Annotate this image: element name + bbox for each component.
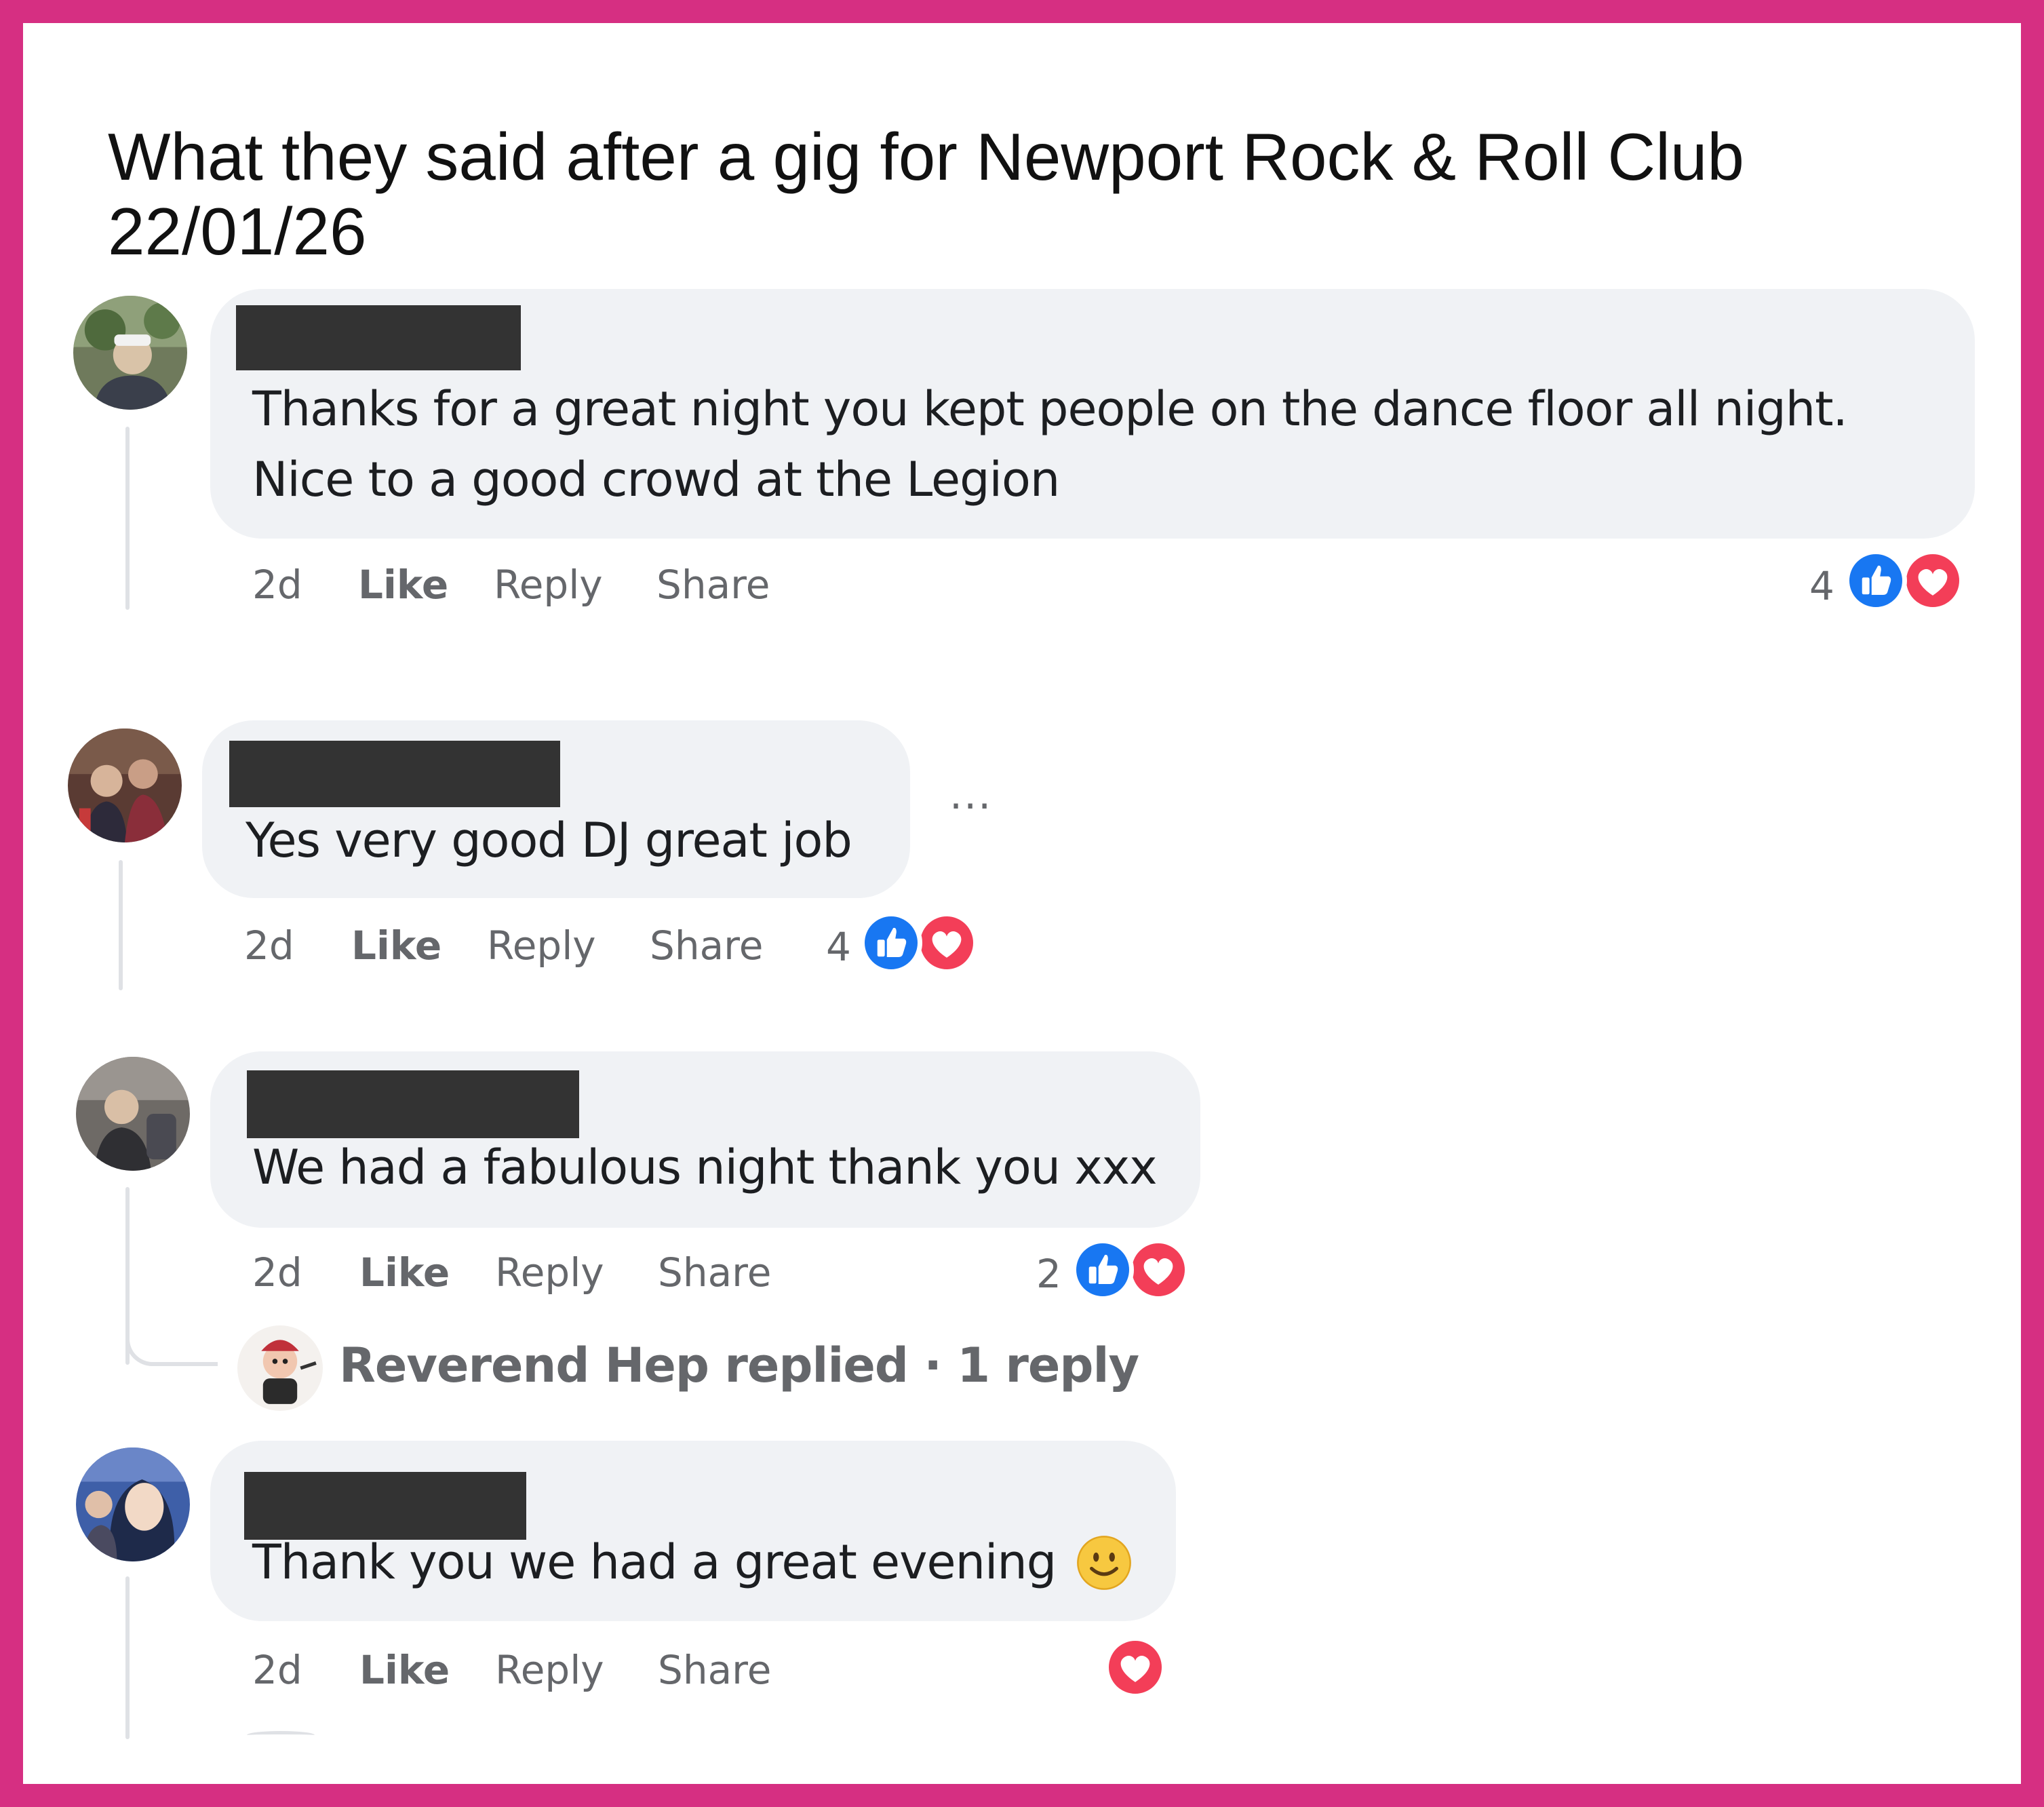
avatar[interactable] xyxy=(68,728,182,842)
next-reply-avatar-cutoff xyxy=(247,1731,315,1739)
like-button[interactable]: Like xyxy=(359,1647,450,1693)
comment-text: We had a fabulous night thank you xxx xyxy=(252,1140,1158,1195)
thread-line xyxy=(125,1576,130,1739)
thread-line xyxy=(125,427,130,610)
page-title: What they said after a gig for Newport R… xyxy=(108,119,1939,269)
heart-icon[interactable] xyxy=(1104,1636,1166,1698)
ellipsis-icon[interactable]: ··· xyxy=(949,783,992,830)
like-button[interactable]: Like xyxy=(359,1249,450,1296)
heart-icon[interactable] xyxy=(1902,549,1964,612)
comment-text-line-2: Nice to a good crowd at the Legion xyxy=(252,452,1060,507)
avatar-photo-icon xyxy=(73,296,187,410)
comment-text-line-1: Thanks for a great night you kept people… xyxy=(252,381,1848,437)
page-title-line-1: What they said after a gig for Newport R… xyxy=(108,119,1744,194)
share-button[interactable]: Share xyxy=(650,922,763,969)
redacted-author-name xyxy=(236,305,521,370)
redacted-author-name xyxy=(229,741,560,807)
thumbs-up-icon[interactable] xyxy=(860,912,922,974)
timestamp[interactable]: 2d xyxy=(252,1647,302,1693)
thumbs-up-icon[interactable] xyxy=(1072,1239,1134,1301)
reaction-count[interactable]: 4 xyxy=(826,924,851,970)
reply-connector xyxy=(125,1312,218,1366)
heart-icon[interactable] xyxy=(916,912,978,974)
timestamp[interactable]: 2d xyxy=(252,1249,302,1296)
share-button[interactable]: Share xyxy=(658,1647,771,1693)
like-button[interactable]: Like xyxy=(358,562,448,608)
page-title-date: 22/01/26 xyxy=(108,194,367,269)
timestamp[interactable]: 2d xyxy=(252,562,302,608)
thread-line xyxy=(119,860,123,990)
reply-button[interactable]: Reply xyxy=(487,922,596,969)
reaction-count[interactable]: 4 xyxy=(1809,563,1834,609)
avatar[interactable] xyxy=(76,1447,190,1561)
thumbs-up-icon[interactable] xyxy=(1845,549,1907,612)
pink-frame: What they said after a gig for Newport R… xyxy=(0,0,2044,1807)
avatar[interactable] xyxy=(76,1057,190,1171)
reply-button[interactable]: Reply xyxy=(495,1249,604,1296)
avatar-photo-icon xyxy=(76,1057,190,1171)
share-button[interactable]: Share xyxy=(658,1249,771,1296)
reaction-count[interactable]: 2 xyxy=(1036,1251,1061,1297)
reply-button[interactable]: Reply xyxy=(495,1647,604,1693)
cartoon-avatar-icon xyxy=(237,1325,323,1411)
reply-button[interactable]: Reply xyxy=(494,562,603,608)
like-button[interactable]: Like xyxy=(351,922,441,969)
heart-icon[interactable] xyxy=(1127,1239,1190,1301)
avatar[interactable] xyxy=(73,296,187,410)
redacted-author-name xyxy=(247,1070,579,1138)
comment-text: Yes very good DJ great job xyxy=(245,813,852,868)
timestamp[interactable]: 2d xyxy=(244,922,294,969)
comment-text: Thank you we had a great evening xyxy=(252,1534,1057,1590)
view-replies-link[interactable]: Reverend Hep replied · 1 reply xyxy=(339,1338,1139,1393)
share-button[interactable]: Share xyxy=(656,562,770,608)
avatar-photo-icon xyxy=(68,728,182,842)
avatar-photo-icon xyxy=(76,1447,190,1561)
replier-avatar[interactable] xyxy=(237,1325,323,1411)
slightly-smiling-face-emoji xyxy=(1076,1534,1133,1591)
